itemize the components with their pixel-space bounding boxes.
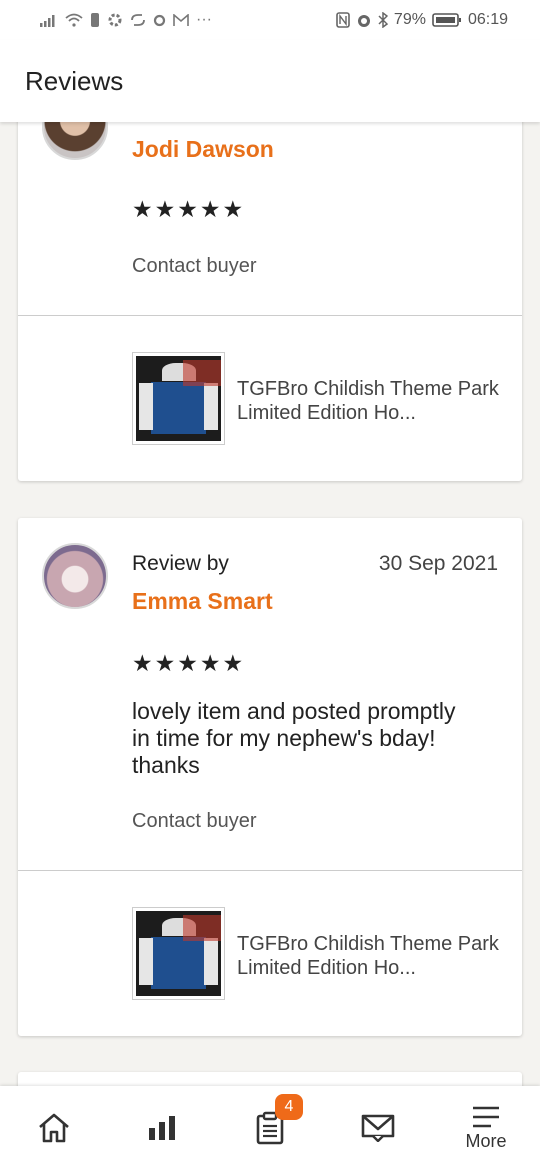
nav-more-label: More [465,1130,507,1151]
wifi-icon [65,13,83,27]
divider [18,315,522,316]
product-thumbnail[interactable] [132,352,225,445]
contact-buyer-link[interactable]: Contact buyer [132,810,257,833]
clock: 06:19 [467,11,508,28]
battery-icon [432,13,461,27]
product-title[interactable]: TGFBro Childish Theme Park Limited Editi… [237,377,507,425]
nav-messages[interactable] [333,1086,423,1170]
stats-icon [149,1116,175,1140]
messages-icon [361,1114,395,1142]
review-text: lovely item and posted promptly in time … [132,698,456,778]
page-title: Reviews [25,65,124,96]
review-date: 30 Sep 2021 [378,552,498,575]
gear-icon [108,13,122,27]
nav-orders[interactable]: 4 [225,1086,315,1170]
status-icons-left: ··· [40,11,212,29]
nav-more[interactable]: More [441,1086,531,1170]
app-header: Reviews [0,40,540,122]
review-card: Jodi Dawson ★★★★★ Contact buyer TGFBro C… [18,122,522,481]
battery-percent: 79% [393,11,426,28]
alarm-icon [357,15,370,27]
nfc-icon [336,12,350,28]
circle-icon [153,14,166,26]
nav-home[interactable] [9,1086,99,1170]
avatar [42,122,108,160]
nav-stats[interactable] [117,1086,207,1170]
mail-icon [173,13,189,26]
buyer-name[interactable]: Emma Smart [132,588,273,615]
device-icon [91,13,99,27]
contact-buyer-link[interactable]: Contact buyer [132,255,257,278]
status-bar: ··· 79% 06:19 [0,0,540,40]
review-card: Review by 30 Sep 2021 Emma Smart ★★★★★ l… [18,518,522,1036]
review-card [18,1072,522,1086]
review-by-label: Review by [132,552,229,575]
home-icon [39,1113,69,1143]
signal-icon [40,15,55,27]
sync-icon [131,14,145,26]
buyer-name[interactable]: Jodi Dawson [132,136,274,163]
product-title[interactable]: TGFBro Childish Theme Park Limited Editi… [237,932,507,980]
bottom-navigation: 4 More [0,1086,540,1170]
bluetooth-icon [378,12,388,28]
menu-icon [473,1106,499,1127]
reviews-list[interactable]: Jodi Dawson ★★★★★ Contact buyer TGFBro C… [0,122,540,1086]
more-status-icon: ··· [196,11,212,28]
avatar [42,543,108,609]
product-thumbnail[interactable] [132,907,225,1000]
divider [18,870,522,871]
orders-badge: 4 [275,1094,303,1120]
status-icons-right: 79% 06:19 [336,11,508,29]
star-rating: ★★★★★ [132,650,246,676]
star-rating: ★★★★★ [132,196,246,222]
